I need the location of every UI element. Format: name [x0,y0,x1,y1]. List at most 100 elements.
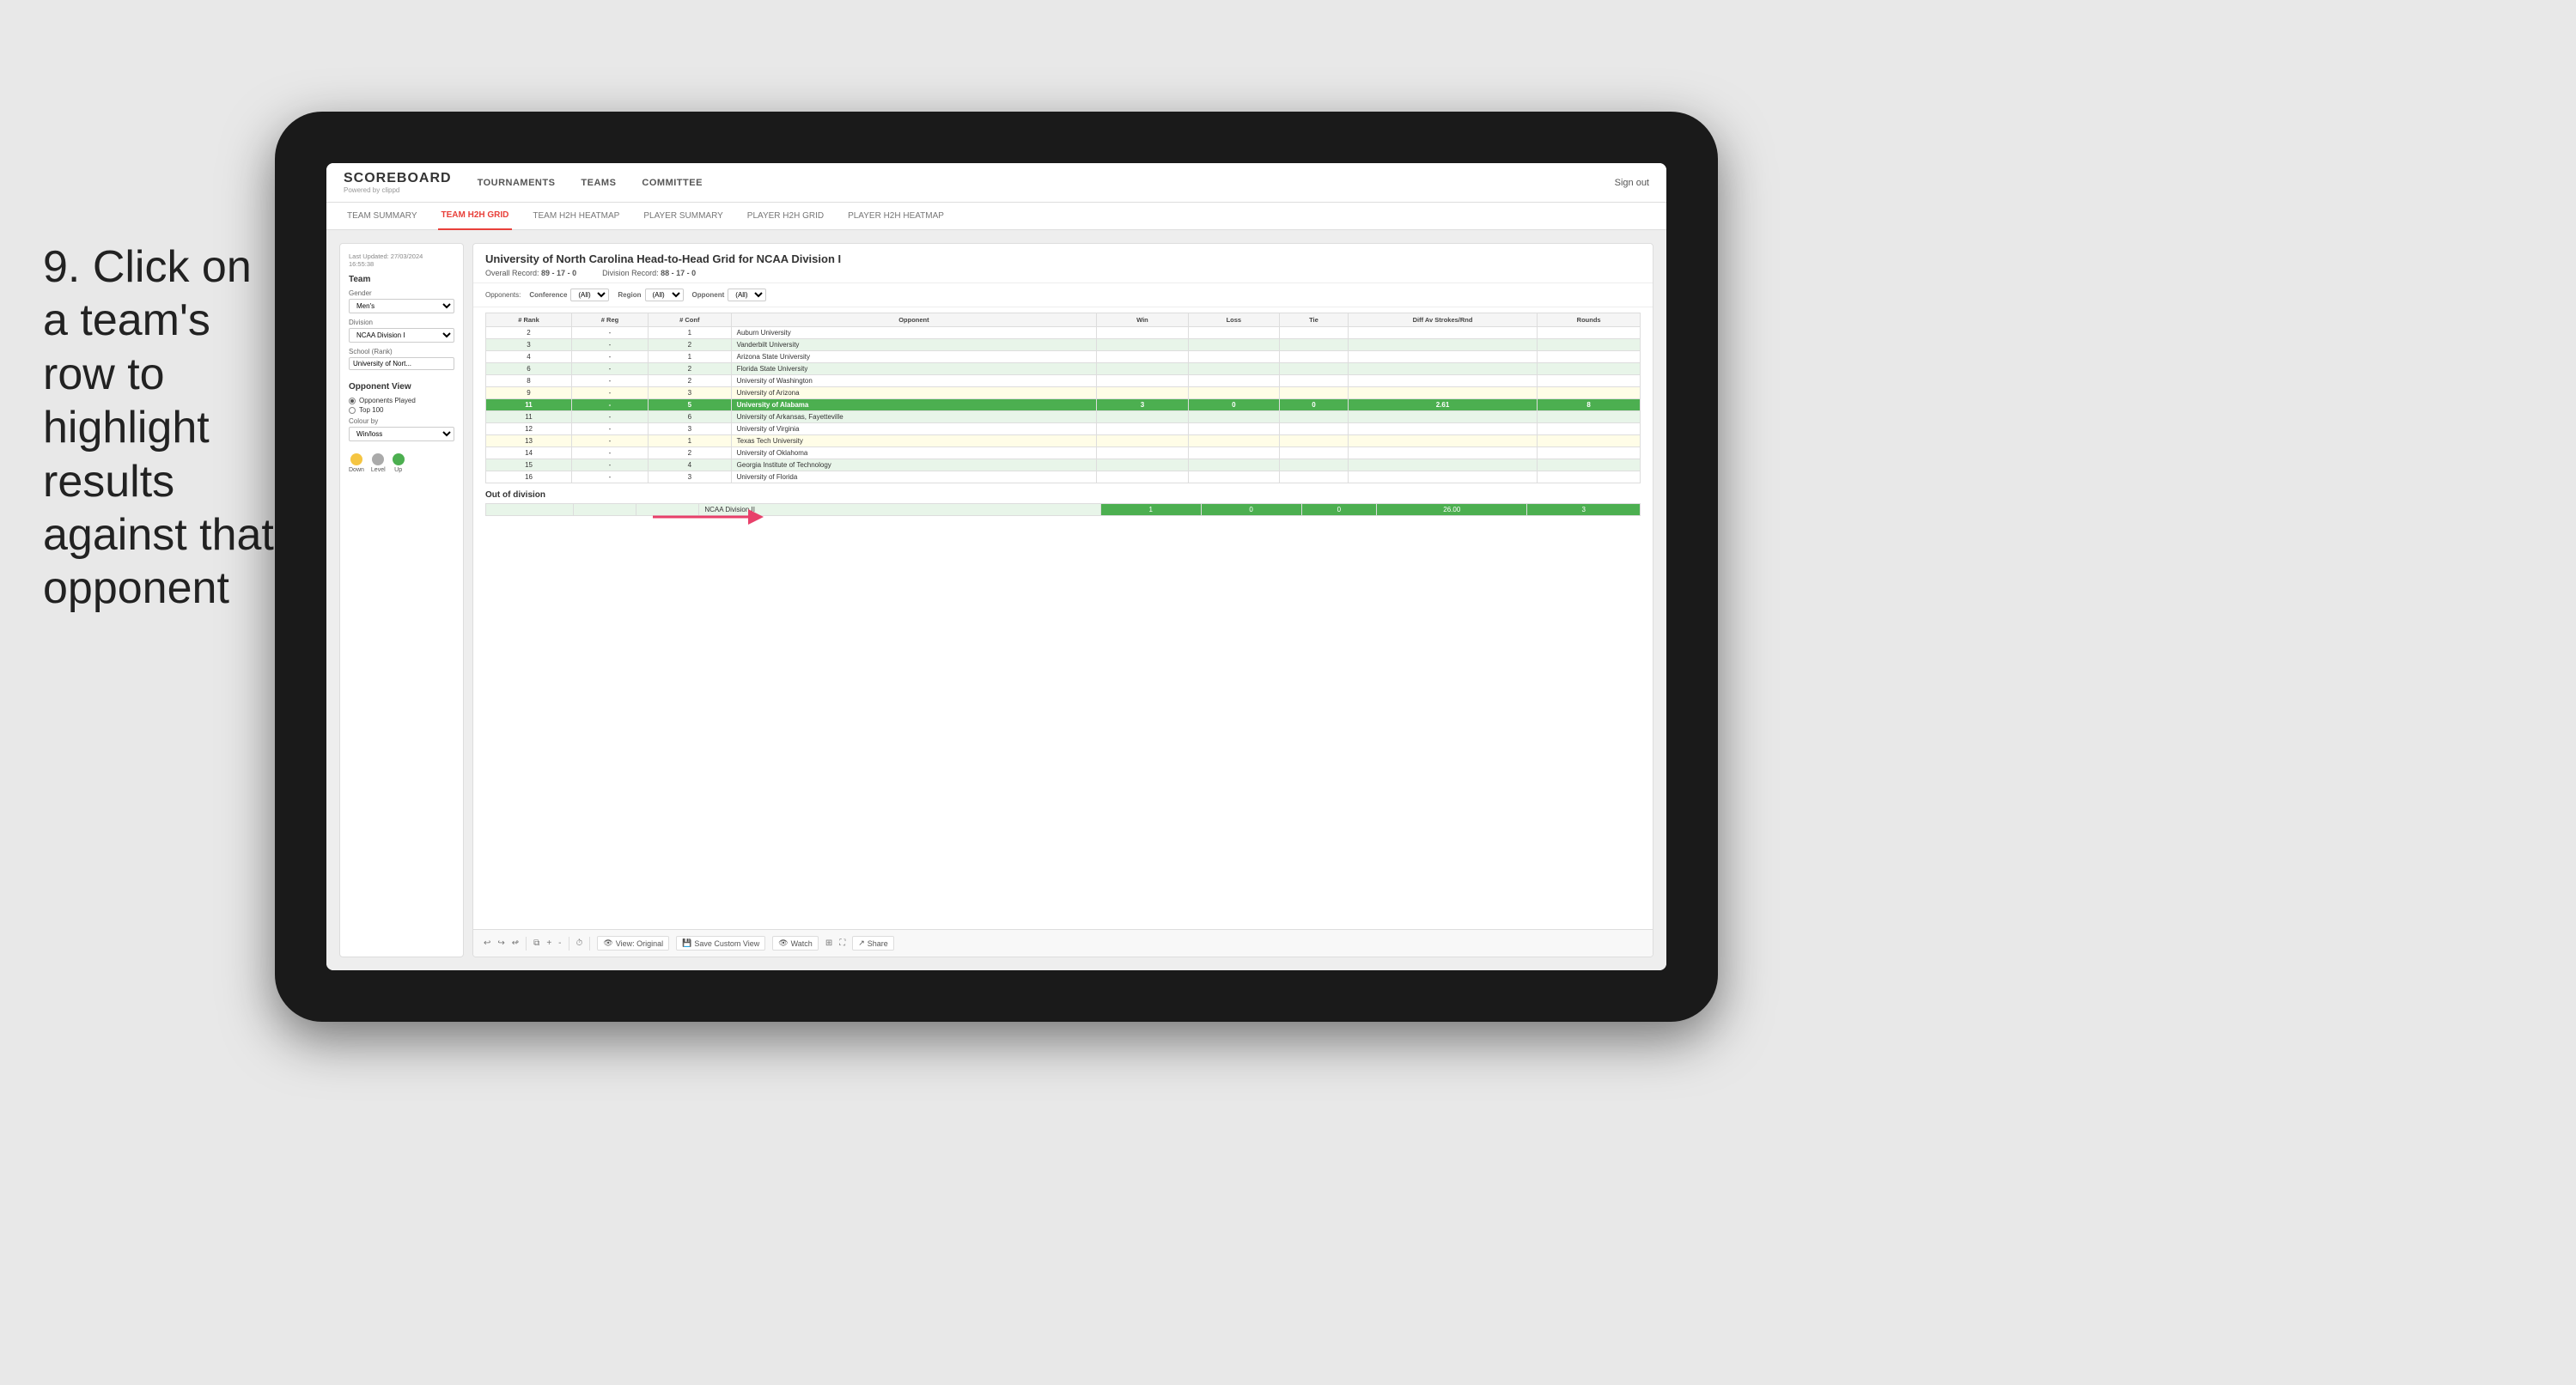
ood-diff: 26.00 [1377,504,1527,516]
logo-text: SCOREBOARD [344,171,452,186]
opponents-filter-label: Opponents: [485,291,521,299]
radio-dot-opponents [349,398,356,404]
legend: Down Level Up [349,453,454,473]
sidebar-team-label: Team [349,275,454,284]
colour-by-label: Colour by [349,417,454,425]
tablet-frame: SCOREBOARD Powered by clippd TOURNAMENTS… [275,112,1718,1022]
sign-out-link[interactable]: Sign out [1615,178,1649,188]
opponent-filter: Opponent (All) [692,289,767,301]
watch-icon: 👁 [778,939,788,948]
sub-nav-team-h2h-grid[interactable]: TEAM H2H GRID [438,203,513,230]
back-icon[interactable]: ↫ [512,939,519,948]
header-rounds: Rounds [1538,313,1641,327]
sidebar: Last Updated: 27/03/2024 16:55:38 Team G… [339,243,464,957]
region-filter: Region (All) [618,289,683,301]
table-row[interactable]: 13-1Texas Tech University [486,435,1641,447]
table-row[interactable]: 14-2University of Oklahoma [486,447,1641,459]
legend-up-circle [393,453,405,465]
legend-down: Down [349,453,364,473]
instruction-text: 9. Click on a team's row to highlight re… [43,240,283,616]
table-row[interactable]: 12-3University of Virginia [486,423,1641,435]
division-record: Division Record: 88 - 17 - 0 [602,269,696,277]
minus-icon[interactable]: - [558,939,561,948]
grid-header: University of North Carolina Head-to-Hea… [473,244,1653,283]
header-conf: # Conf [648,313,731,327]
grid-records: Overall Record: 89 - 17 - 0 Division Rec… [485,269,1641,277]
legend-up: Up [393,453,405,473]
nav-item-committee[interactable]: COMMITTEE [642,178,703,188]
toolbar-screen-icon[interactable]: ⛶ [839,939,845,948]
last-updated: Last Updated: 27/03/2024 16:55:38 [349,252,454,268]
grid-table: # Rank # Reg # Conf Opponent Win Loss Ti… [485,313,1641,483]
grid-table-container: # Rank # Reg # Conf Opponent Win Loss Ti… [473,307,1653,929]
school-input[interactable] [349,357,454,370]
nav-bar: SCOREBOARD Powered by clippd TOURNAMENTS… [326,163,1666,203]
bottom-toolbar: ↩ ↪ ↫ ⧉ + - ⏱ 👁 View: Original 💾 [473,929,1653,957]
header-win: Win [1097,313,1188,327]
division-label: Division [349,319,454,326]
table-row[interactable]: 2-1Auburn University [486,327,1641,339]
toolbar-sep-3 [589,937,590,951]
table-row[interactable]: 8-2University of Washington [486,375,1641,387]
nav-item-tournaments[interactable]: TOURNAMENTS [478,178,556,188]
legend-down-circle [350,453,362,465]
grid-panel: University of North Carolina Head-to-Hea… [472,243,1653,957]
ood-loss: 0 [1201,504,1301,516]
logo-area: SCOREBOARD Powered by clippd [344,171,452,194]
legend-level: Level [371,453,386,473]
grid-title: University of North Carolina Head-to-Hea… [485,252,1641,265]
opponent-view-label: Opponent View [349,382,454,392]
table-row[interactable]: 3-2Vanderbilt University [486,339,1641,351]
share-btn[interactable]: ↗ Share [852,936,894,951]
sub-nav-team-h2h-heatmap[interactable]: TEAM H2H HEATMAP [529,203,623,230]
plus-icon[interactable]: + [546,939,551,948]
grid-filters: Opponents: Conference (All) Region (All) [473,283,1653,307]
watch-btn[interactable]: 👁 Watch [772,936,819,951]
save-custom-btn[interactable]: 💾 Save Custom View [676,936,765,951]
table-row[interactable]: 15-4Georgia Institute of Technology [486,459,1641,471]
header-diff: Diff Av Strokes/Rnd [1348,313,1537,327]
table-row[interactable]: 6-2Florida State University [486,363,1641,375]
table-row[interactable]: 16-3University of Florida [486,471,1641,483]
division-select[interactable]: NCAA Division I [349,328,454,343]
ood-tie: 0 [1301,504,1377,516]
opponent-select[interactable]: (All) [728,289,766,301]
header-reg: # Reg [572,313,649,327]
copy-icon[interactable]: ⧉ [533,939,539,948]
table-row[interactable]: 4-1Arizona State University [486,351,1641,363]
colour-by-select[interactable]: Win/loss [349,427,454,441]
radio-top-100[interactable]: Top 100 [349,406,454,414]
conference-filter: Conference (All) [529,289,609,301]
toolbar-grid-icon[interactable]: ⊞ [825,939,832,948]
view-icon: 👁 [603,939,612,948]
gender-label: Gender [349,289,454,297]
sub-nav-player-h2h-grid[interactable]: PLAYER H2H GRID [744,203,827,230]
table-row[interactable]: 11-5University of Alabama3002.618 [486,399,1641,411]
sub-nav-team-summary[interactable]: TEAM SUMMARY [344,203,421,230]
nav-left: SCOREBOARD Powered by clippd TOURNAMENTS… [344,171,703,194]
gender-select[interactable]: Men's [349,299,454,313]
view-original-btn[interactable]: 👁 View: Original [597,936,669,951]
ood-win: 1 [1100,504,1201,516]
redo-icon[interactable]: ↪ [497,939,504,948]
sub-nav-player-h2h-heatmap[interactable]: PLAYER H2H HEATMAP [844,203,947,230]
header-tie: Tie [1280,313,1349,327]
radio-dot-top100 [349,407,356,414]
conference-select[interactable]: (All) [570,289,609,301]
pink-arrow [653,500,773,534]
table-row[interactable]: 11-6University of Arkansas, Fayetteville [486,411,1641,423]
clock-icon[interactable]: ⏱ [576,939,583,948]
region-select[interactable]: (All) [645,289,684,301]
undo-icon[interactable]: ↩ [484,939,490,948]
sub-nav-player-summary[interactable]: PLAYER SUMMARY [640,203,726,230]
radio-opponents-played[interactable]: Opponents Played [349,397,454,404]
save-icon: 💾 [682,939,691,948]
main-content: Last Updated: 27/03/2024 16:55:38 Team G… [326,230,1666,970]
nav-right: Sign out [1615,178,1649,188]
ood-rounds: 3 [1527,504,1641,516]
nav-item-teams[interactable]: TEAMS [581,178,616,188]
overall-record: Overall Record: 89 - 17 - 0 [485,269,576,277]
legend-level-circle [372,453,384,465]
table-row[interactable]: 9-3University of Arizona [486,387,1641,399]
sub-nav: TEAM SUMMARY TEAM H2H GRID TEAM H2H HEAT… [326,203,1666,230]
